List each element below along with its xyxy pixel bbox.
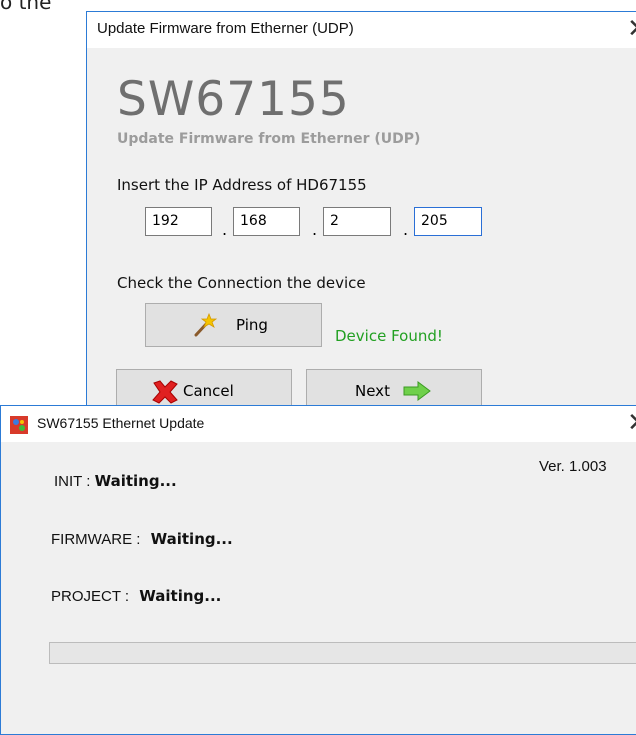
firmware-dialog-title: Update Firmware from Etherner (UDP): [97, 20, 354, 37]
init-value: Waiting...: [94, 472, 177, 490]
ip-separator: .: [312, 220, 318, 239]
project-status-row: PROJECT : Waiting...: [51, 587, 221, 605]
ip-separator: .: [222, 220, 228, 239]
ping-button-label: Ping: [236, 316, 268, 334]
cancel-button-label: Cancel: [183, 382, 234, 400]
firmware-update-dialog: Update Firmware from Etherner (UDP) ✕ SW…: [86, 11, 636, 413]
ethernet-update-title: SW67155 Ethernet Update: [37, 415, 205, 431]
version-text: Ver. 1.003: [539, 458, 607, 475]
init-label: INIT :: [54, 473, 91, 490]
ip-octet-2-input[interactable]: 168: [233, 207, 300, 236]
ip-prompt-label: Insert the IP Address of HD67155: [117, 176, 367, 194]
app-icon: [10, 416, 28, 434]
next-button-label: Next: [355, 382, 390, 400]
connection-prompt-label: Check the Connection the device: [117, 274, 366, 292]
close-icon[interactable]: ✕: [627, 408, 636, 438]
firmware-label: FIRMWARE :: [51, 531, 141, 548]
ip-octet-4-input[interactable]: 205: [414, 207, 482, 236]
firmware-dialog-titlebar: Update Firmware from Etherner (UDP) ✕: [87, 12, 636, 48]
ping-button[interactable]: Ping: [145, 303, 322, 347]
ethernet-update-dialog: SW67155 Ethernet Update ✕ Ver. 1.003 INI…: [0, 405, 636, 735]
firmware-value: Waiting...: [150, 530, 233, 548]
product-title: SW67155: [117, 72, 350, 127]
product-subtitle: Update Firmware from Etherner (UDP): [117, 131, 421, 147]
ethernet-update-titlebar: SW67155 Ethernet Update ✕: [1, 406, 636, 442]
project-value: Waiting...: [139, 587, 222, 605]
ip-octet-3-input[interactable]: 2: [323, 207, 391, 236]
init-status-row: INIT : Waiting...: [54, 472, 177, 490]
ip-octet-1-input[interactable]: 192: [145, 207, 212, 236]
update-progress-bar: [49, 642, 636, 664]
background-text: o the: [0, 0, 52, 14]
firmware-status-row: FIRMWARE : Waiting...: [51, 530, 233, 548]
magic-wand-icon: [191, 312, 218, 341]
green-arrow-right-icon: [402, 381, 432, 405]
close-icon[interactable]: ✕: [627, 14, 636, 44]
project-label: PROJECT :: [51, 588, 130, 605]
ip-separator: .: [403, 220, 409, 239]
ping-status-text: Device Found!: [335, 327, 443, 345]
